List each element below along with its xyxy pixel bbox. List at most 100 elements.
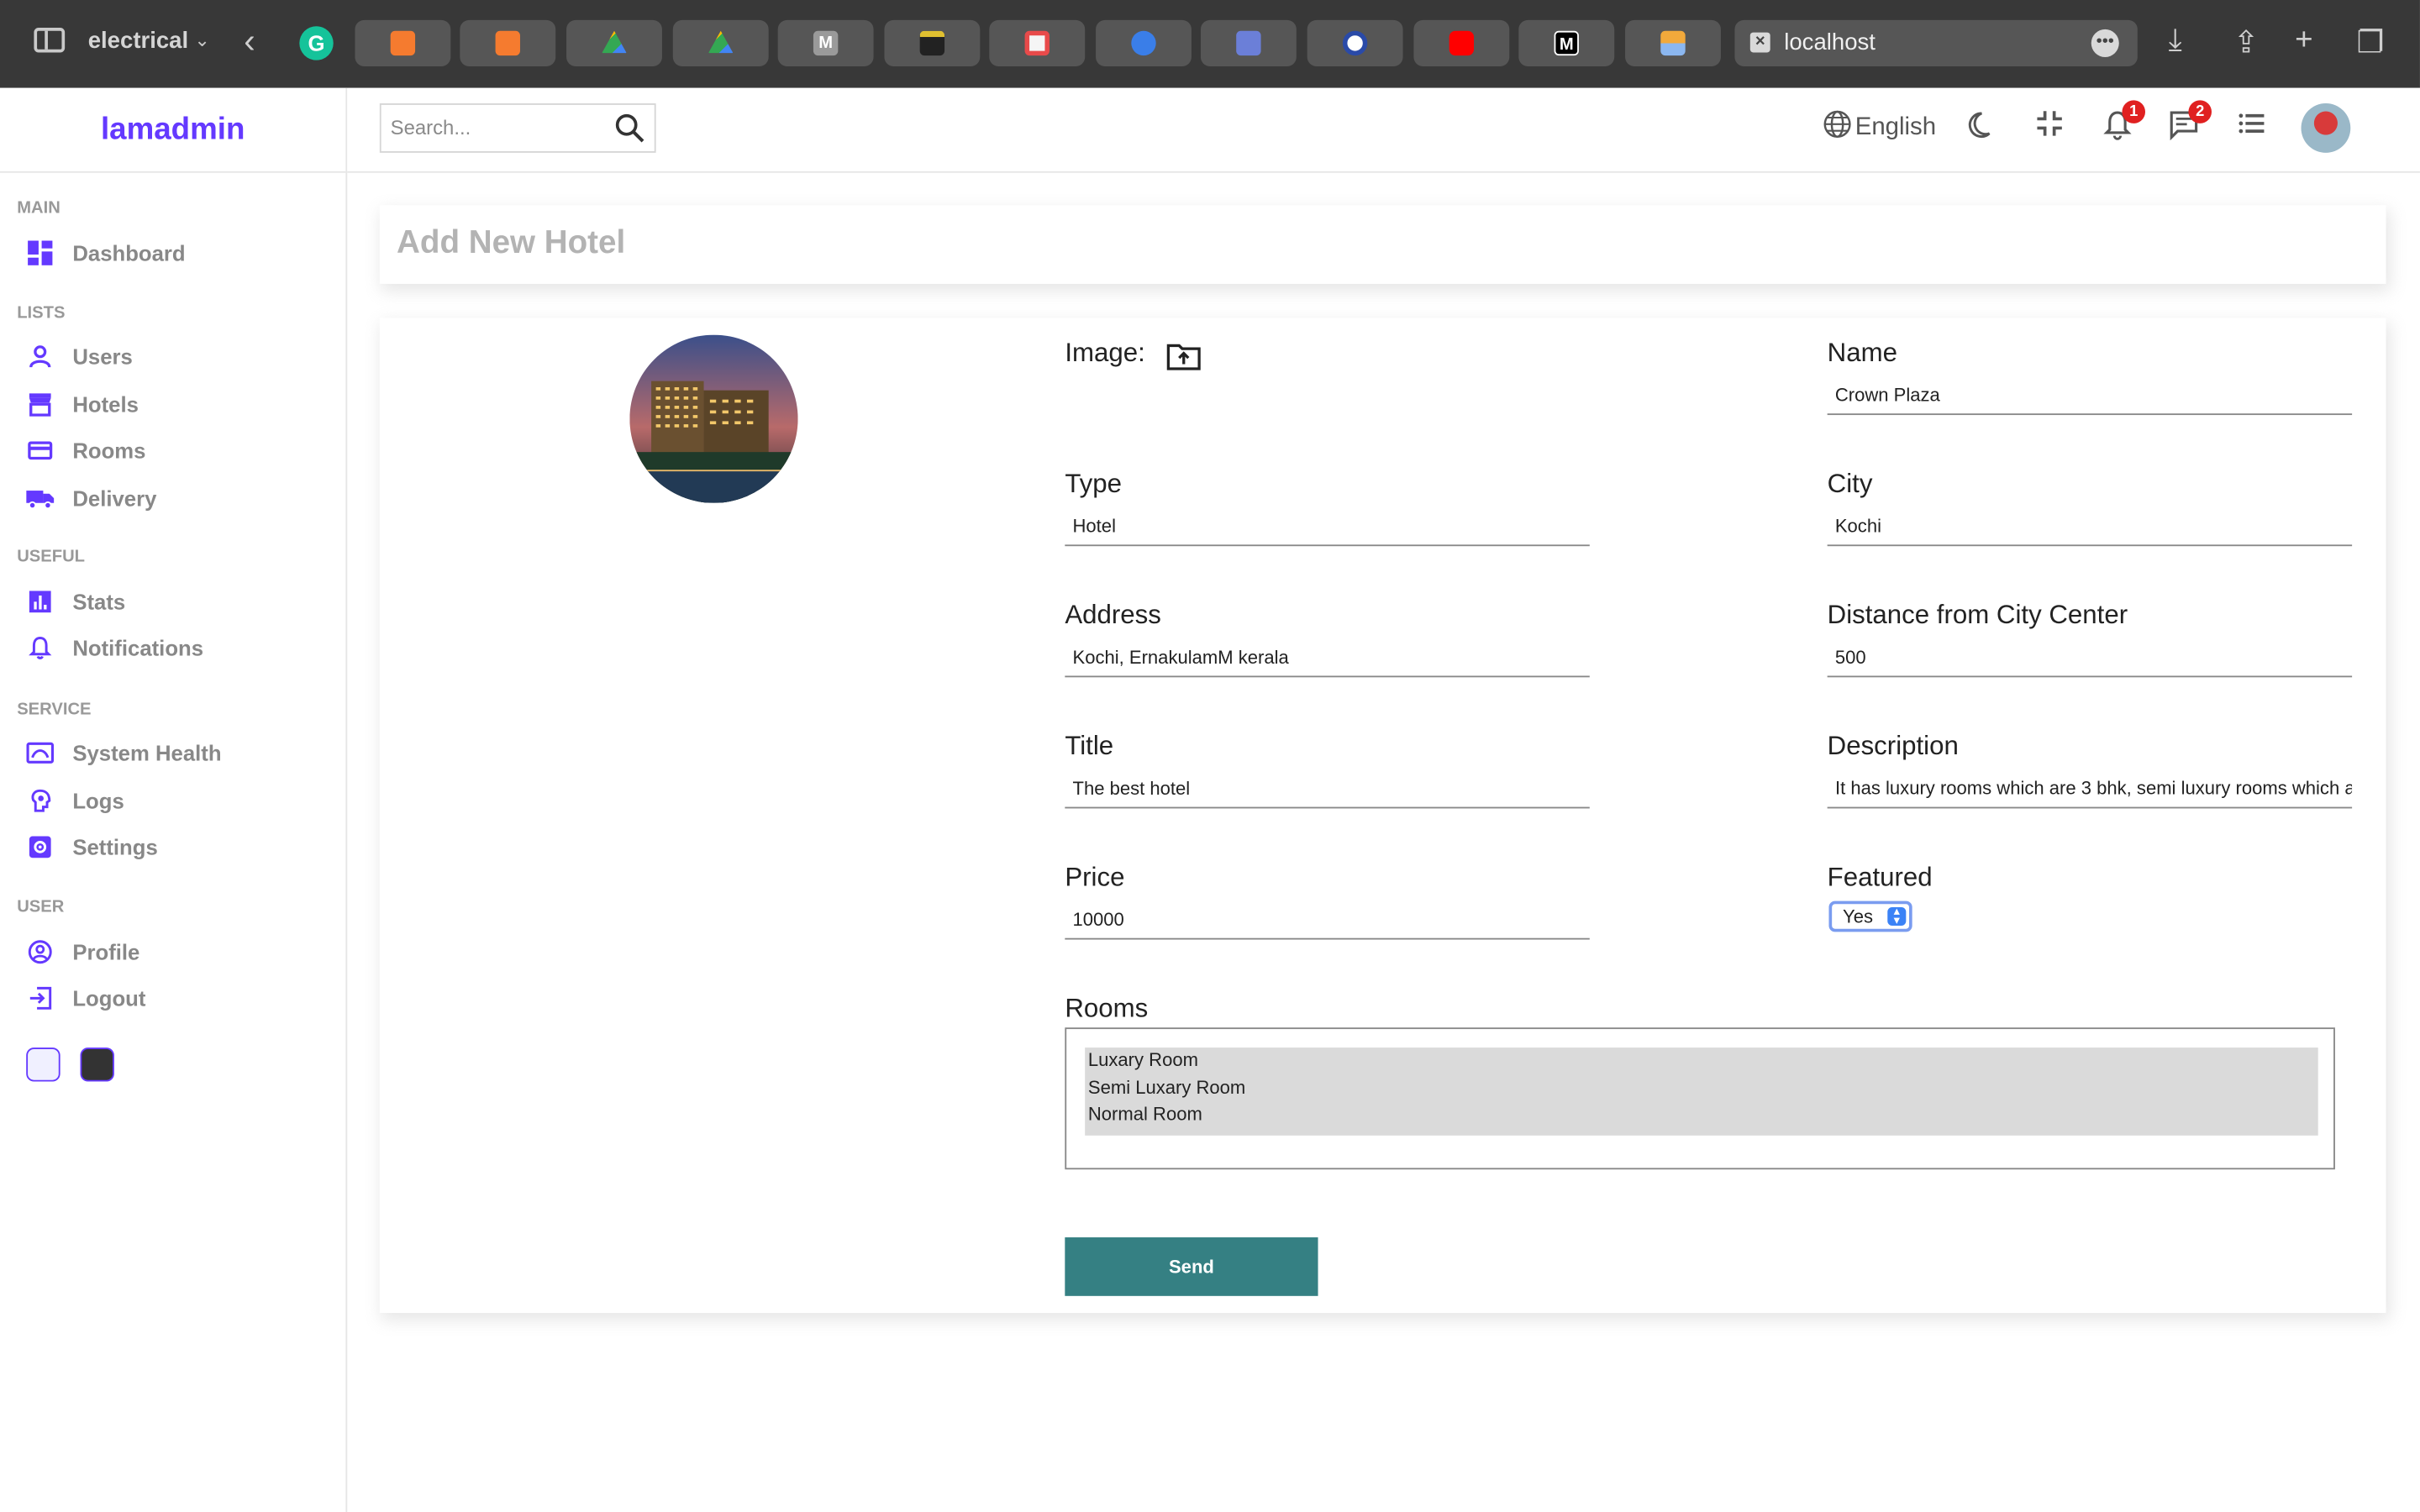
section-title-useful: USEFUL — [17, 548, 86, 567]
chevron-down-icon[interactable]: ⌄ — [194, 29, 209, 51]
room-option[interactable]: Luxary Room — [1085, 1047, 2318, 1074]
xampp-icon — [495, 30, 520, 56]
light-theme-swatch[interactable] — [26, 1047, 60, 1082]
sidebar: lamadmin MAIN Dashboard LISTS Users Hote… — [0, 87, 348, 1512]
city-field[interactable] — [1827, 506, 2353, 547]
browser-tab[interactable] — [672, 19, 769, 66]
dark-theme-swatch[interactable] — [80, 1047, 114, 1082]
sidebar-item-label: Delivery — [72, 486, 157, 511]
sidebar-item-logs[interactable]: Logs — [24, 782, 124, 819]
medium-icon: M — [1554, 30, 1579, 56]
browser-tab[interactable] — [1413, 19, 1510, 66]
description-field[interactable] — [1827, 768, 2353, 809]
rooms-options: Luxary Room Semi Luxary Room Normal Room — [1085, 1047, 2318, 1135]
search-icon[interactable] — [614, 113, 645, 151]
app-logo[interactable]: lamadmin — [0, 88, 346, 173]
sidebar-item-label: Dashboard — [72, 240, 186, 265]
logout-icon — [24, 983, 55, 1014]
notifications-button[interactable]: 1 — [2102, 100, 2146, 148]
description-label: Description — [1827, 731, 1959, 761]
search-box[interactable] — [379, 103, 656, 153]
share-icon[interactable]: ⇪ — [2233, 24, 2260, 62]
download-icon[interactable]: ⤓ — [2169, 24, 2182, 59]
featured-label: Featured — [1827, 862, 1933, 892]
select-arrows-icon: ▴ ▾ — [1887, 905, 1907, 927]
credit-card-icon — [24, 435, 55, 466]
browser-tab[interactable] — [1625, 19, 1721, 66]
section-title-main: MAIN — [17, 198, 60, 218]
room-option[interactable]: Semi Luxary Room — [1085, 1074, 2318, 1101]
search-input[interactable] — [387, 113, 610, 141]
new-tab-icon[interactable]: + — [2295, 24, 2312, 59]
health-icon — [24, 738, 55, 769]
send-button[interactable]: Send — [1065, 1237, 1318, 1296]
featured-select[interactable]: Yes ▴ ▾ — [1828, 900, 1912, 932]
browser-profile-name[interactable]: electrical — [88, 28, 188, 54]
sidebar-item-notifications[interactable]: Notifications — [24, 629, 203, 666]
city-label: City — [1827, 469, 1873, 499]
title-field[interactable] — [1065, 768, 1590, 809]
title-label: Title — [1065, 731, 1114, 761]
avatar[interactable] — [2301, 103, 2351, 153]
sidebar-item-stats[interactable]: Stats — [24, 583, 125, 620]
sidebar-item-profile[interactable]: Profile — [24, 933, 139, 970]
figma-icon — [1660, 30, 1686, 56]
close-icon[interactable]: × — [1749, 32, 1770, 53]
record-icon — [1024, 30, 1050, 56]
list-menu-button[interactable] — [2238, 109, 2265, 144]
name-field[interactable] — [1827, 375, 2353, 416]
fullscreen-exit-button[interactable] — [2036, 109, 2064, 144]
address-bar[interactable]: × localhost ••• — [1734, 19, 2138, 66]
sidebar-item-delivery[interactable]: Delivery — [24, 480, 156, 517]
language-selector[interactable]: English — [1823, 109, 1936, 146]
sidebar-item-label: Hotels — [72, 391, 139, 417]
browser-tab[interactable]: M — [777, 19, 874, 66]
browser-tab[interactable] — [1096, 19, 1192, 66]
c-letter-icon — [1342, 30, 1368, 56]
browser-tab[interactable] — [1200, 19, 1297, 66]
sidebar-item-label: Logs — [72, 788, 124, 813]
sidebar-toggle-icon[interactable] — [34, 28, 66, 53]
sidebar-item-rooms[interactable]: Rooms — [24, 432, 145, 469]
sidebar-item-label: Rooms — [72, 438, 146, 464]
price-label: Price — [1065, 862, 1125, 892]
more-options-icon[interactable]: ••• — [2091, 29, 2119, 57]
back-arrow-icon[interactable]: ‹ — [244, 22, 255, 62]
browser-tab[interactable] — [1307, 19, 1403, 66]
page-title: Add New Hotel — [397, 225, 626, 261]
price-field[interactable] — [1065, 899, 1590, 940]
grammarly-extension-icon[interactable]: G — [299, 26, 334, 60]
circle-icon — [1131, 30, 1156, 56]
browser-toolbar: electrical ⌄ ‹ G M M × localhost ••• ⤓ ⇪… — [0, 0, 2420, 88]
featured-selected-value: Yes — [1843, 906, 1873, 927]
browser-tab[interactable]: M — [1518, 19, 1615, 66]
section-title-user: USER — [17, 897, 65, 916]
sidebar-item-system-health[interactable]: System Health — [24, 734, 222, 771]
sidebar-item-settings[interactable]: Settings — [24, 828, 158, 865]
tab-overview-icon[interactable]: ❐ — [2357, 24, 2385, 62]
fullscreen-exit-icon — [2036, 109, 2064, 144]
browser-tab[interactable] — [460, 19, 556, 66]
dark-mode-toggle[interactable] — [1968, 109, 1999, 148]
rooms-multiselect[interactable]: Luxary Room Semi Luxary Room Normal Room — [1065, 1027, 2335, 1170]
sidebar-item-hotels[interactable]: Hotels — [24, 386, 139, 423]
distance-field[interactable] — [1827, 637, 2353, 678]
sidebar-item-users[interactable]: Users — [24, 338, 133, 375]
notifications-badge: 1 — [2122, 100, 2146, 123]
type-field[interactable] — [1065, 506, 1590, 547]
browser-tab[interactable] — [884, 19, 981, 66]
browser-tab[interactable] — [989, 19, 1086, 66]
messages-button[interactable]: 2 — [2169, 100, 2212, 148]
hotel-image-preview — [629, 334, 798, 503]
browser-tab[interactable] — [566, 19, 662, 66]
room-option[interactable]: Normal Room — [1085, 1101, 2318, 1128]
sidebar-item-label: System Health — [72, 740, 222, 766]
screen: electrical ⌄ ‹ G M M × localhost ••• ⤓ ⇪… — [0, 0, 2420, 1512]
sidebar-item-logout[interactable]: Logout — [24, 979, 145, 1016]
upload-folder-icon[interactable] — [1166, 341, 1201, 380]
messages-badge: 2 — [2188, 100, 2212, 123]
browser-tab[interactable] — [355, 19, 451, 66]
address-field[interactable] — [1065, 637, 1590, 678]
sidebar-item-dashboard[interactable]: Dashboard — [24, 234, 186, 271]
address-text[interactable]: localhost — [1784, 29, 1876, 55]
